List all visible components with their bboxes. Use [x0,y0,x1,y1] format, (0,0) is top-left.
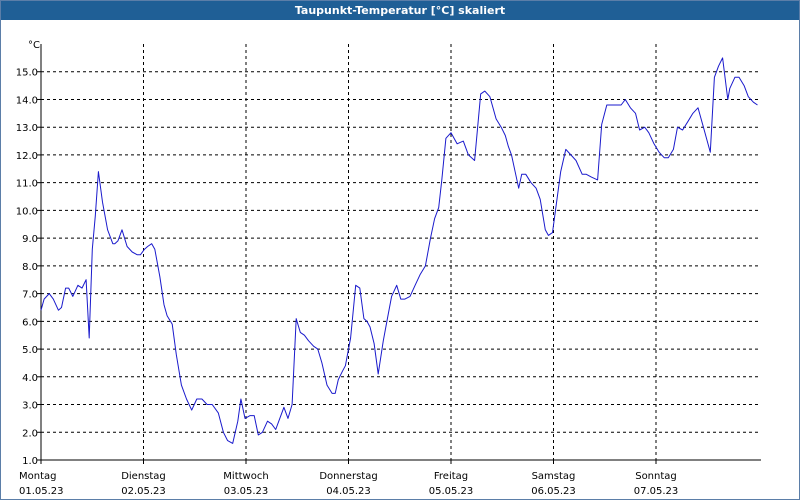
x-tick-date-label: 07.05.23 [634,486,679,497]
y-tick-label: 5.0 [22,345,38,356]
y-axis-unit-label: °C [28,40,40,51]
x-tick-day-label: Mittwoch [223,471,268,482]
y-tick-label: 15.0 [16,68,38,79]
chart-window: Taupunkt-Temperatur [°C] skaliert 1.0 2.0… [0,0,800,500]
x-tick-day-label: Donnerstag [319,471,377,482]
y-tick-label: 10.0 [16,206,38,217]
x-tick-day-label: Sonntag [635,471,677,482]
series-line [40,57,758,444]
y-tick-label: 7.0 [22,290,38,301]
x-tick-labels: Montag 01.05.23 Dienstag 02.05.23 Mittwoch 03… [19,471,678,497]
x-tick-date-label: 04.05.23 [326,486,371,497]
y-tick-label: 14.0 [16,95,38,106]
y-tick-label: 11.0 [16,179,38,190]
x-tick-day-label: Montag [19,471,56,482]
x-tick-date-label: 06.05.23 [531,486,576,497]
x-tick-date-label: 01.05.23 [19,486,64,497]
x-tick-date-label: 02.05.23 [121,486,166,497]
y-tick-label: 3.0 [22,401,38,412]
x-tick-day-label: Freitag [434,471,468,482]
x-tick-day-label: Samstag [532,471,576,482]
y-tick-label: 2.0 [22,428,38,439]
grid-lines [41,44,761,461]
x-tick-day-label: Dienstag [121,471,166,482]
y-tick-label: 6.0 [22,317,38,328]
y-tick-label: 8.0 [22,262,38,273]
x-tick-date-label: 03.05.23 [224,486,269,497]
y-tick-label: 12.0 [16,151,38,162]
series-layer [40,57,758,444]
y-tick-label: 13.0 [16,123,38,134]
axes [37,44,761,464]
y-tick-label: 4.0 [22,373,38,384]
y-tick-label: 9.0 [22,234,38,245]
plot-area: 1.0 2.0 3.0 4.0 5.0 6.0 7.0 8.0 9.0 10.0 11.0 12.0 1… [16,40,761,497]
y-tick-label: 1.0 [22,456,38,467]
x-tick-date-label: 05.05.23 [429,486,474,497]
y-tick-labels: 1.0 2.0 3.0 4.0 5.0 6.0 7.0 8.0 9.0 10.0 11.0 12.0 1… [16,68,38,467]
